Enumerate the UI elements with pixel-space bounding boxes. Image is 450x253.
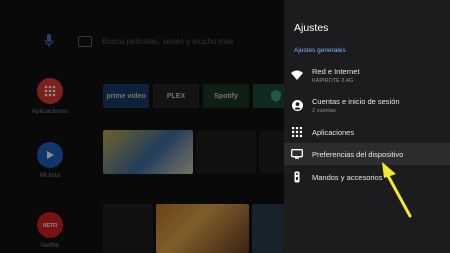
wifi-icon [290,68,304,82]
dim-overlay [0,0,284,253]
menu-item-accounts[interactable]: Cuentas e inicio de sesión 2 cuentas [284,93,450,117]
settings-panel: Ajustes Ajustes generales Red e Internet… [284,0,450,253]
apps-icon [290,125,304,139]
menu-item-network[interactable]: Red e Internet KAPIROTE 2.4G [284,63,450,87]
panel-title: Ajustes [294,22,329,34]
menu-item-remotes[interactable]: Mandos y accesorios [284,167,450,187]
menu-item-label: Red e Internet [312,66,360,76]
menu-item-label: Cuentas e inicio de sesión [312,96,400,106]
menu-item-label: Aplicaciones [312,127,355,137]
menu-item-apps[interactable]: Aplicaciones [284,123,450,141]
annotation-arrow-icon [382,162,412,218]
account-icon [290,98,304,112]
home-screen: Busca películas, series y mucho más Apli… [0,0,284,253]
menu-item-device-preferences[interactable]: Preferencias del dispositivo [284,143,450,165]
tv-icon [290,147,304,161]
remote-icon [290,170,304,184]
menu-item-sub: 2 cuentas [312,107,336,114]
menu-item-sub: KAPIROTE 2.4G [312,77,354,84]
section-label: Ajustes generales [294,47,346,54]
